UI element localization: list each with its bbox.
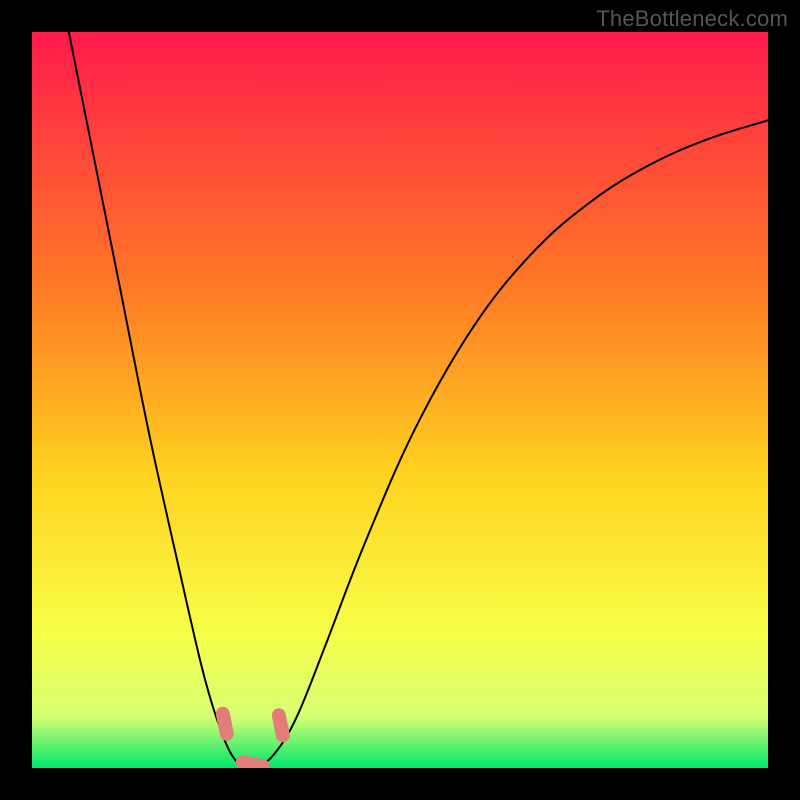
attribution-text: TheBottleneck.com	[596, 6, 788, 32]
marker-left	[223, 714, 227, 734]
chart-svg	[32, 32, 768, 768]
marker-bottom	[243, 762, 263, 766]
marker-right	[279, 715, 283, 735]
chart-frame: TheBottleneck.com	[0, 0, 800, 800]
